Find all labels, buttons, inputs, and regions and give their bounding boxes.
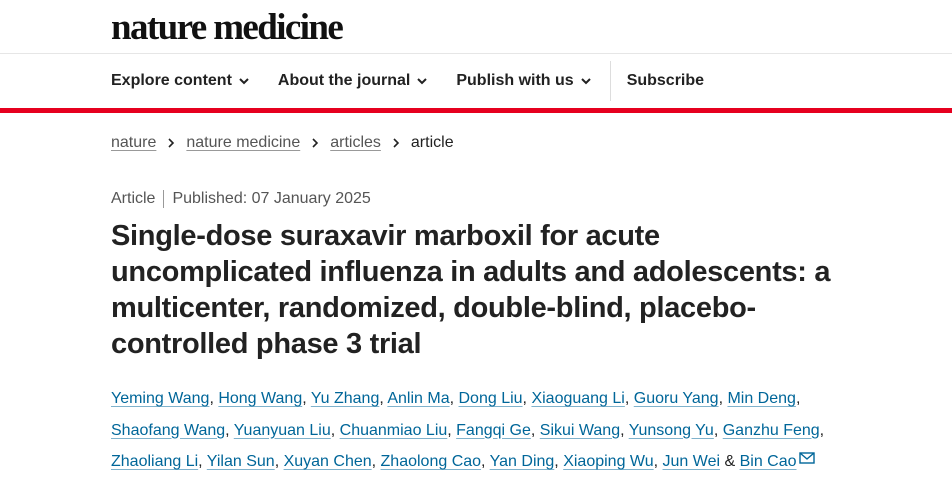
author-list: Yeming Wang, Hong Wang, Yu Zhang, Anlin …: [111, 390, 825, 470]
article-meta: Article Published: 07 January 2025: [111, 190, 371, 208]
author-link[interactable]: Yu Zhang: [311, 390, 380, 407]
chevron-right-icon: [312, 138, 319, 148]
journal-logo[interactable]: nature medicine: [111, 8, 344, 48]
author-link[interactable]: Yeming Wang: [111, 390, 209, 407]
chevron-down-icon: [580, 78, 591, 85]
breadcrumb: nature nature medicine articles article: [111, 134, 454, 152]
brand-accent-bar: [0, 108, 952, 113]
author-link[interactable]: Anlin Ma: [387, 390, 449, 407]
author-link[interactable]: Jun Wei: [663, 453, 721, 470]
author-link[interactable]: Yilan Sun: [207, 453, 275, 470]
article-type: Article: [111, 190, 156, 207]
author-link[interactable]: Chuanmiao Liu: [340, 422, 448, 439]
nav-separator: [609, 61, 611, 101]
author-link[interactable]: Zhaoliang Li: [111, 453, 198, 470]
author-link[interactable]: Hong Wang: [218, 390, 302, 407]
published-date: Published: 07 January 2025: [172, 190, 371, 207]
nav-explore-content[interactable]: Explore content: [111, 72, 250, 90]
breadcrumb-nature[interactable]: nature: [111, 134, 156, 152]
author-link[interactable]: Yuanyuan Liu: [234, 422, 331, 439]
nav-label: Publish with us: [456, 72, 574, 89]
author-joiner: &: [720, 453, 740, 470]
chevron-right-icon: [168, 138, 175, 148]
meta-divider: [163, 190, 165, 208]
author-link[interactable]: Fangqi Ge: [456, 422, 531, 439]
breadcrumb-current: article: [410, 134, 454, 151]
chevron-down-icon: [239, 78, 249, 85]
article-title: Single-dose suraxavir marboxil for acute…: [111, 220, 831, 360]
author-link[interactable]: Sikui Wang: [540, 422, 620, 439]
breadcrumb-articles[interactable]: articles: [330, 134, 381, 152]
author-link[interactable]: Yunsong Yu: [629, 422, 714, 439]
author-link[interactable]: Yan Ding: [490, 453, 555, 470]
author-link[interactable]: Xiaoguang Li: [531, 390, 624, 407]
author-link[interactable]: Shaofang Wang: [111, 422, 225, 439]
nav-publish-with-us[interactable]: Publish with us: [456, 72, 591, 90]
nav-label: About the journal: [277, 72, 411, 89]
author-link[interactable]: Bin Cao: [740, 453, 797, 470]
author-link[interactable]: Ganzhu Feng: [723, 422, 820, 439]
chevron-right-icon: [393, 138, 400, 148]
author-link[interactable]: Xuyan Chen: [284, 453, 372, 470]
nav-label: Explore content: [111, 72, 232, 89]
mail-icon[interactable]: [798, 452, 815, 464]
author-link[interactable]: Xiaoping Wu: [563, 453, 653, 470]
nav-about-journal[interactable]: About the journal: [278, 72, 428, 90]
chevron-down-icon: [417, 78, 428, 85]
main-nav: Explore content About the journal Publis…: [111, 61, 704, 101]
subscribe-link[interactable]: Subscribe: [627, 72, 704, 90]
author-link[interactable]: Dong Liu: [459, 390, 523, 407]
author-link[interactable]: Guoru Yang: [634, 390, 719, 407]
author-link[interactable]: Min Deng: [727, 390, 795, 407]
header-divider: [0, 53, 952, 54]
breadcrumb-nature-medicine[interactable]: nature medicine: [186, 134, 300, 152]
author-link[interactable]: Zhaolong Cao: [381, 453, 482, 470]
